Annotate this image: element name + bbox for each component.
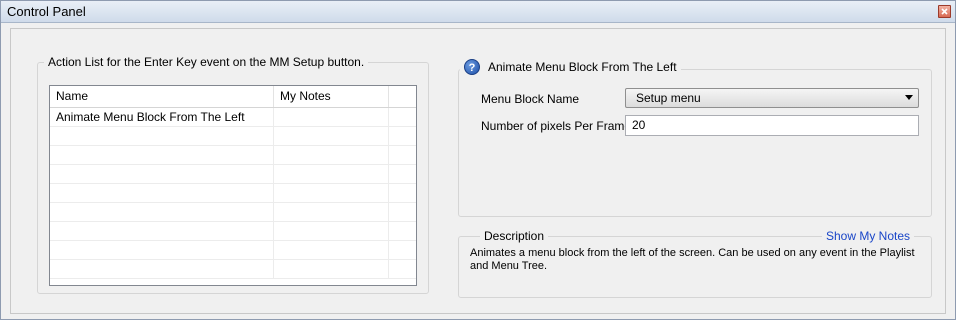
empty-row xyxy=(50,127,416,146)
empty-row xyxy=(50,241,416,260)
pixels-per-frame-label: Number of pixels Per Frame xyxy=(481,119,632,133)
menu-block-name-label: Menu Block Name xyxy=(481,92,580,106)
help-icon[interactable]: ? xyxy=(464,59,480,75)
show-my-notes-link[interactable]: Show My Notes xyxy=(822,229,915,243)
column-header-name[interactable]: Name xyxy=(50,86,274,107)
description-text: Animates a menu block from the left of t… xyxy=(470,247,915,272)
empty-row xyxy=(50,222,416,241)
list-item-notes xyxy=(274,108,389,126)
title-bar[interactable]: Control Panel xyxy=(1,1,955,23)
column-header-my-notes[interactable]: My Notes xyxy=(274,86,389,107)
empty-row xyxy=(50,146,416,165)
action-list-legend: Action List for the Enter Key event on t… xyxy=(44,55,369,69)
empty-row xyxy=(50,165,416,184)
menu-block-name-select[interactable]: Setup menu xyxy=(625,88,919,108)
close-button[interactable] xyxy=(938,5,951,18)
list-item[interactable]: Animate Menu Block From The Left xyxy=(50,108,416,127)
list-item-name: Animate Menu Block From The Left xyxy=(50,108,274,126)
action-detail-title: Animate Menu Block From The Left xyxy=(488,60,677,74)
empty-row xyxy=(50,184,416,203)
pixels-per-frame-input[interactable]: 20 xyxy=(625,115,919,136)
window-title: Control Panel xyxy=(7,4,86,19)
action-list[interactable]: Name My Notes Animate Menu Block From Th… xyxy=(49,85,417,286)
list-header: Name My Notes xyxy=(50,86,416,108)
description-legend: Description xyxy=(480,229,549,243)
empty-row xyxy=(50,203,416,222)
chevron-down-icon xyxy=(905,95,913,100)
empty-row xyxy=(50,260,416,279)
action-detail-legend: ? Animate Menu Block From The Left xyxy=(460,59,681,75)
menu-block-name-value: Setup menu xyxy=(636,91,701,105)
close-icon xyxy=(941,8,948,15)
